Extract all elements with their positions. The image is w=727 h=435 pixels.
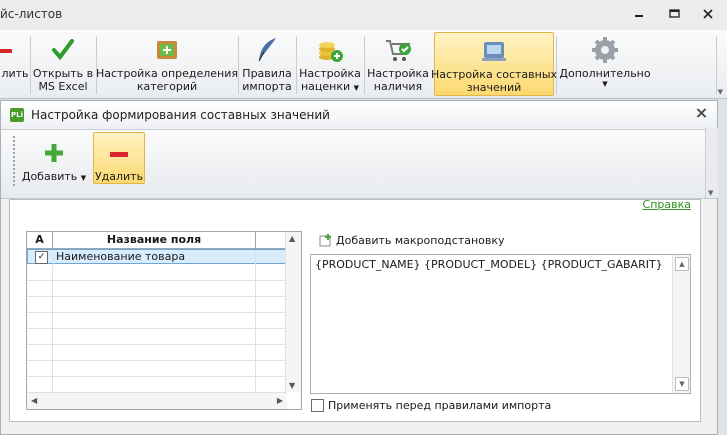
minimize-icon[interactable] bbox=[631, 6, 647, 22]
plus-icon bbox=[45, 144, 63, 162]
ribbon-composite-values-button[interactable]: Настройка составных значений bbox=[430, 32, 558, 96]
dropdown-caret-icon: ▼ bbox=[80, 174, 87, 182]
add-macro-icon bbox=[319, 234, 331, 247]
delete-icon bbox=[0, 49, 12, 53]
table-row[interactable]: ✓ Наименование товара bbox=[27, 249, 287, 265]
column-header-a[interactable]: A bbox=[27, 232, 53, 248]
ribbon-more-label: Дополнительно bbox=[559, 67, 651, 80]
ribbon-markup-settings-button[interactable]: Настройка наценки ▼ bbox=[298, 32, 362, 96]
coins-icon bbox=[319, 42, 343, 62]
main-ribbon: лить Открыть в MS Excel Настройка опреде… bbox=[0, 30, 727, 99]
add-button[interactable]: Добавить ▼ bbox=[21, 132, 87, 184]
category-icon bbox=[157, 41, 177, 59]
ribbon-availability-settings-label: Настройка наличия bbox=[367, 67, 429, 93]
scroll-down-icon[interactable]: ▼ bbox=[289, 381, 295, 390]
grid-horizontal-scrollbar[interactable]: ◀ ▶ bbox=[27, 392, 287, 409]
close-icon[interactable] bbox=[700, 6, 716, 22]
ribbon-open-excel-label: Открыть в MS Excel bbox=[32, 67, 94, 93]
window-titlebar: йс-листов bbox=[0, 0, 727, 30]
row-checkbox[interactable]: ✓ bbox=[35, 251, 48, 264]
scroll-down-icon[interactable]: ▼ bbox=[675, 377, 689, 391]
maximize-icon[interactable] bbox=[667, 6, 683, 22]
ribbon-markup-settings-label: Настройка наценки ▼ bbox=[299, 67, 361, 93]
dialog-titlebar: PLi Настройка формирования составных зна… bbox=[1, 101, 717, 130]
delete-button[interactable]: Удалить bbox=[93, 132, 145, 184]
table-row[interactable] bbox=[27, 313, 287, 329]
macro-textarea[interactable]: {PRODUCT_NAME} {PRODUCT_MODEL} {PRODUCT_… bbox=[310, 254, 691, 394]
quill-icon bbox=[258, 38, 276, 62]
add-button-label: Добавить bbox=[21, 170, 78, 183]
cart-icon bbox=[386, 40, 411, 61]
ribbon-import-rules-button[interactable]: Правила импорта bbox=[240, 32, 294, 96]
fields-grid: A Название поля ✓ Наименование товара ▲ … bbox=[26, 231, 302, 410]
macro-text-value[interactable]: {PRODUCT_NAME} {PRODUCT_MODEL} {PRODUCT_… bbox=[315, 258, 663, 271]
dialog-title: Настройка формирования составных значени… bbox=[31, 108, 330, 122]
help-link[interactable]: Справка bbox=[643, 198, 691, 211]
table-row[interactable] bbox=[27, 361, 287, 377]
table-row[interactable] bbox=[27, 377, 287, 393]
toolbar-grip[interactable] bbox=[13, 136, 17, 186]
dropdown-caret-icon: ▼ bbox=[353, 84, 360, 92]
ribbon-availability-settings-button[interactable]: Настройка наличия bbox=[366, 32, 430, 96]
column-header-name[interactable]: Название поля bbox=[53, 232, 256, 248]
checkmark-icon bbox=[52, 39, 74, 61]
scroll-down-icon[interactable]: ▼ bbox=[708, 189, 713, 197]
ribbon-delete-label: лить bbox=[1, 67, 29, 80]
gear-icon bbox=[592, 37, 618, 63]
apply-before-import-label: Применять перед правилами импорта bbox=[328, 399, 552, 412]
scroll-left-icon[interactable]: ◀ bbox=[31, 396, 37, 405]
minus-icon bbox=[110, 152, 128, 157]
ribbon-delete-button[interactable]: лить bbox=[0, 32, 30, 96]
table-row[interactable] bbox=[27, 345, 287, 361]
apply-before-import-checkbox[interactable]: Применять перед правилами импорта bbox=[311, 399, 551, 412]
checkbox-box[interactable] bbox=[311, 399, 324, 412]
ribbon-scroll-down-icon[interactable]: ▼ bbox=[718, 88, 723, 96]
grid-vertical-scrollbar[interactable]: ▲ ▼ bbox=[285, 232, 301, 392]
app-logo-icon: PLi bbox=[10, 108, 24, 122]
window-title: йс-листов bbox=[0, 7, 63, 21]
ribbon-composite-values-label: Настройка составных значений bbox=[430, 68, 558, 94]
add-macro-label: Добавить макроподстановку bbox=[336, 233, 505, 247]
ribbon-category-settings-label: Настройка определения категорий bbox=[96, 67, 239, 93]
ribbon-more-button[interactable]: Дополнительно ▼ bbox=[558, 32, 652, 96]
dialog-close-icon[interactable] bbox=[695, 107, 707, 122]
toolbar-scrollbar[interactable]: ▼ bbox=[705, 128, 718, 198]
scroll-right-icon[interactable]: ▶ bbox=[277, 396, 283, 405]
macro-vertical-scrollbar[interactable]: ▲ ▼ bbox=[672, 255, 690, 393]
table-row[interactable] bbox=[27, 281, 287, 297]
dropdown-caret-icon: ▼ bbox=[602, 80, 608, 88]
dialog-toolbar: Добавить ▼ Удалить bbox=[1, 130, 717, 199]
add-macro-button[interactable]: Добавить макроподстановку bbox=[318, 233, 505, 247]
grid-header: A Название поля bbox=[27, 232, 287, 249]
table-row[interactable] bbox=[27, 297, 287, 313]
delete-button-label: Удалить bbox=[94, 170, 144, 183]
scroll-up-icon[interactable]: ▲ bbox=[289, 234, 295, 243]
ribbon-import-rules-label: Правила импорта bbox=[242, 67, 292, 93]
table-row[interactable] bbox=[27, 265, 287, 281]
composite-icon bbox=[482, 42, 506, 61]
ribbon-category-settings-button[interactable]: Настройка определения категорий bbox=[96, 32, 239, 96]
ribbon-open-excel-button[interactable]: Открыть в MS Excel bbox=[32, 32, 94, 96]
scroll-up-icon[interactable]: ▲ bbox=[675, 257, 689, 271]
table-row[interactable] bbox=[27, 329, 287, 345]
row-field-name[interactable]: Наименование товара bbox=[54, 250, 256, 265]
